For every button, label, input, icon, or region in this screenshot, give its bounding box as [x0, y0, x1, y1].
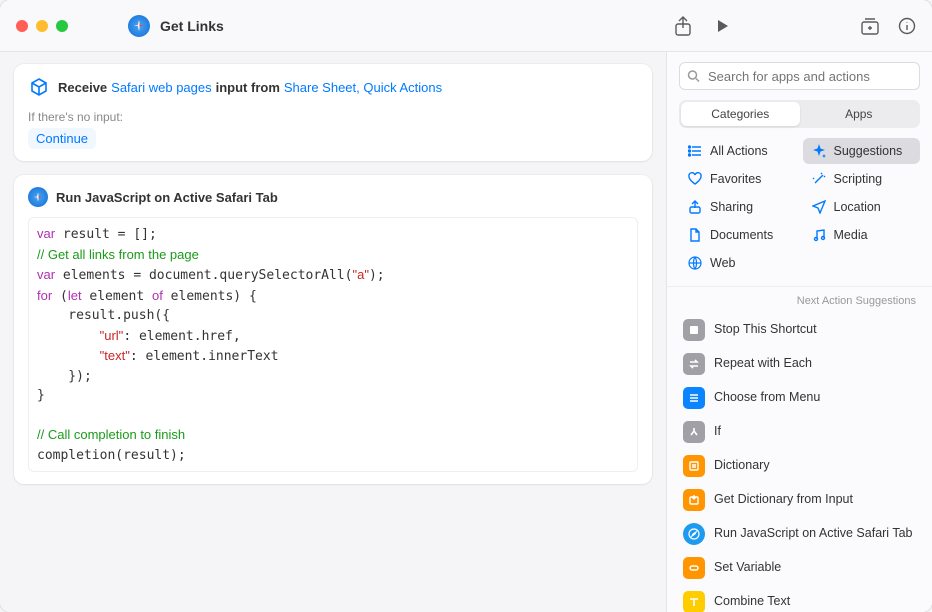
category-suggestions[interactable]: Suggestions: [803, 138, 921, 164]
var-icon: [683, 557, 705, 579]
category-location[interactable]: Location: [803, 194, 921, 220]
receive-from-label: input from: [216, 80, 280, 95]
globe-icon: [687, 255, 703, 271]
suggestion-label: Run JavaScript on Active Safari Tab: [714, 526, 913, 542]
action-title: Run JavaScript on Active Safari Tab: [56, 190, 278, 205]
category-label: Documents: [710, 228, 773, 242]
suggestion-stop-this-shortcut[interactable]: Stop This Shortcut: [675, 313, 924, 347]
category-label: Scripting: [834, 172, 883, 186]
category-media[interactable]: Media: [803, 222, 921, 248]
tab-apps[interactable]: Apps: [800, 102, 919, 126]
search-icon: [687, 70, 700, 83]
workspace: Receive Safari web pages input from Shar…: [0, 52, 932, 612]
category-grid: All Actions Suggestions Favorites Scripting…: [667, 138, 932, 286]
suggestions-header: Next Action Suggestions: [667, 286, 932, 313]
menu-icon: [683, 387, 705, 409]
list-icon: [687, 143, 703, 159]
search-input[interactable]: [679, 62, 920, 90]
suggestion-run-javascript-on-active-safari-tab[interactable]: Run JavaScript on Active Safari Tab: [675, 517, 924, 551]
suggestion-label: Combine Text: [714, 594, 790, 610]
category-documents[interactable]: Documents: [679, 222, 797, 248]
titlebar: Get Links: [0, 0, 932, 52]
no-input-action[interactable]: Continue: [28, 128, 96, 149]
suggestion-combine-text[interactable]: Combine Text: [675, 585, 924, 612]
music-icon: [811, 227, 827, 243]
editor-canvas[interactable]: Receive Safari web pages input from Shar…: [0, 52, 666, 612]
window-title: Get Links: [160, 18, 224, 34]
category-label: Favorites: [710, 172, 761, 186]
loc-icon: [811, 199, 827, 215]
toolbar-center-actions: [674, 16, 730, 36]
actions-sidebar: Categories Apps All Actions Suggestions Fa…: [666, 52, 932, 612]
suggestion-label: If: [714, 424, 721, 440]
suggestion-get-dictionary-from-input[interactable]: Get Dictionary from Input: [675, 483, 924, 517]
category-label: Suggestions: [834, 144, 903, 158]
minimize-window-button[interactable]: [36, 20, 48, 32]
toolbar-right-actions: [860, 17, 916, 35]
zoom-window-button[interactable]: [56, 20, 68, 32]
sparkle-icon: [811, 143, 827, 159]
suggestion-dictionary[interactable]: Dictionary: [675, 449, 924, 483]
category-sharing[interactable]: Sharing: [679, 194, 797, 220]
suggestion-label: Get Dictionary from Input: [714, 492, 853, 508]
suggestion-set-variable[interactable]: Set Variable: [675, 551, 924, 585]
title-group: Get Links: [128, 15, 224, 37]
category-all-actions[interactable]: All Actions: [679, 138, 797, 164]
suggestion-label: Repeat with Each: [714, 356, 812, 372]
shortcut-icon: [128, 15, 150, 37]
suggestion-choose-from-menu[interactable]: Choose from Menu: [675, 381, 924, 415]
run-javascript-action-card[interactable]: Run JavaScript on Active Safari Tab var …: [14, 175, 652, 484]
category-web[interactable]: Web: [679, 250, 797, 276]
receive-sources[interactable]: Share Sheet, Quick Actions: [284, 80, 442, 95]
category-label: Sharing: [710, 200, 753, 214]
receive-icon: [28, 76, 50, 98]
suggestion-label: Set Variable: [714, 560, 781, 576]
share-icon: [687, 199, 703, 215]
category-label: Media: [834, 228, 868, 242]
category-favorites[interactable]: Favorites: [679, 166, 797, 192]
receive-label: Receive: [58, 80, 107, 95]
no-input-label: If there's no input:: [28, 110, 638, 124]
wand-icon: [811, 171, 827, 187]
close-window-button[interactable]: [16, 20, 28, 32]
dict-icon: [683, 455, 705, 477]
suggestion-repeat-with-each[interactable]: Repeat with Each: [675, 347, 924, 381]
suggestion-label: Dictionary: [714, 458, 770, 474]
receive-input-card[interactable]: Receive Safari web pages input from Shar…: [14, 64, 652, 161]
category-label: Location: [834, 200, 881, 214]
javascript-code-editor[interactable]: var result = []; // Get all links from t…: [28, 217, 638, 472]
suggestion-if[interactable]: If: [675, 415, 924, 449]
share-icon[interactable]: [674, 16, 692, 36]
branch-icon: [683, 421, 705, 443]
info-icon[interactable]: [898, 17, 916, 35]
traffic-lights: [16, 20, 68, 32]
sidebar-segment-control[interactable]: Categories Apps: [679, 100, 920, 128]
category-scripting[interactable]: Scripting: [803, 166, 921, 192]
safari-action-icon: [28, 187, 48, 207]
stop-icon: [683, 319, 705, 341]
suggestions-list: Stop This Shortcut Repeat with Each Choose…: [667, 313, 932, 612]
library-icon[interactable]: [860, 17, 880, 35]
category-label: Web: [710, 256, 735, 270]
tab-categories[interactable]: Categories: [681, 102, 800, 126]
app-window: Get Links Receive Safari web pages input…: [0, 0, 932, 612]
heart-icon: [687, 171, 703, 187]
category-label: All Actions: [710, 144, 768, 158]
text-icon: [683, 591, 705, 612]
dictin-icon: [683, 489, 705, 511]
repeat-icon: [683, 353, 705, 375]
play-icon[interactable]: [714, 18, 730, 34]
doc-icon: [687, 227, 703, 243]
safari-icon: [683, 523, 705, 545]
suggestion-label: Choose from Menu: [714, 390, 820, 406]
receive-input-type[interactable]: Safari web pages: [111, 80, 211, 95]
suggestion-label: Stop This Shortcut: [714, 322, 817, 338]
